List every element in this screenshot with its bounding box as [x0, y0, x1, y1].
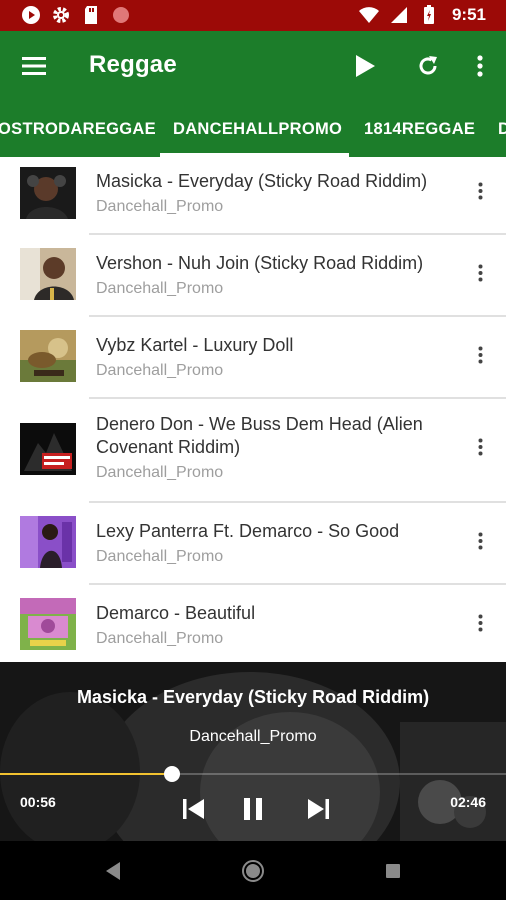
back-icon[interactable] — [101, 859, 125, 883]
seek-bar-handle[interactable] — [164, 766, 181, 782]
track-thumbnail — [20, 423, 76, 475]
battery-icon — [418, 4, 440, 26]
status-bar: 9:51 — [0, 0, 506, 31]
track-title: Demarco - Beautiful — [96, 603, 256, 623]
track-channel: Dancehall_Promo — [96, 280, 224, 297]
more-vert-icon[interactable] — [470, 611, 490, 635]
play-icon[interactable] — [350, 51, 380, 81]
system-nav-bar — [0, 841, 506, 900]
track-title: Vershon - Nuh Join (Sticky Road Riddim) — [96, 253, 424, 273]
track-thumbnail — [20, 248, 76, 300]
pause-icon[interactable] — [236, 792, 270, 826]
now-playing-panel: Masicka - Everyday (Sticky Road Riddim) … — [0, 662, 506, 841]
total-duration: 02:46 — [450, 794, 486, 810]
gear-icon — [50, 4, 72, 26]
signal-icon — [388, 4, 410, 26]
tab-ostrodareggae[interactable]: OSTRODAREGGAE — [0, 120, 156, 139]
page-title: Reggae — [89, 51, 177, 78]
tab-dancehallpromo[interactable]: DANCEHALLPROMO — [173, 120, 342, 139]
list-item[interactable]: Lexy Panterra Ft. Demarco - So Good Danc… — [0, 503, 506, 584]
skip-previous-icon[interactable] — [177, 792, 211, 826]
list-item[interactable]: Vershon - Nuh Join (Sticky Road Riddim) … — [0, 235, 506, 316]
track-title: Denero Don - We Buss Dem Head (Alien Cov… — [96, 414, 423, 457]
track-title: Lexy Panterra Ft. Demarco - So Good — [96, 521, 400, 541]
record-icon — [110, 4, 132, 26]
list-item[interactable]: Denero Don - We Buss Dem Head (Alien Cov… — [0, 399, 506, 502]
more-vert-icon[interactable] — [470, 435, 490, 459]
more-vert-icon[interactable] — [465, 51, 495, 81]
channel-tabs: OSTRODAREGGAE DANCEHALLPROMO 1814REGGAE … — [0, 101, 506, 157]
wifi-icon — [358, 4, 380, 26]
home-icon[interactable] — [241, 859, 265, 883]
play-circle-icon — [20, 4, 42, 26]
track-thumbnail — [20, 167, 76, 219]
track-thumbnail — [20, 598, 76, 650]
track-thumbnail — [20, 330, 76, 382]
track-thumbnail — [20, 516, 76, 568]
more-vert-icon[interactable] — [470, 261, 490, 285]
track-channel: Dancehall_Promo — [96, 198, 224, 215]
list-item[interactable]: Masicka - Everyday (Sticky Road Riddim) … — [0, 157, 506, 235]
refresh-icon[interactable] — [413, 51, 443, 81]
now-playing-channel: Dancehall_Promo — [189, 728, 317, 745]
elapsed-time: 00:56 — [20, 794, 56, 810]
more-vert-icon[interactable] — [470, 179, 490, 203]
app-toolbar: Reggae — [0, 31, 506, 101]
tab-1814reggae[interactable]: 1814REGGAE — [364, 120, 475, 139]
list-item[interactable]: Vybz Kartel - Luxury Doll Dancehall_Prom… — [0, 317, 506, 398]
seek-bar-progress — [0, 773, 173, 775]
tab-partial[interactable]: D — [498, 120, 506, 139]
list-item[interactable]: Demarco - Beautiful Dancehall_Promo — [0, 585, 506, 662]
track-channel: Dancehall_Promo — [96, 362, 224, 379]
more-vert-icon[interactable] — [470, 529, 490, 553]
hamburger-menu-icon[interactable] — [20, 52, 48, 80]
skip-next-icon[interactable] — [301, 792, 335, 826]
status-time: 9:51 — [451, 5, 486, 24]
track-channel: Dancehall_Promo — [96, 548, 224, 565]
track-title: Masicka - Everyday (Sticky Road Riddim) — [96, 171, 428, 191]
track-channel: Dancehall_Promo — [96, 630, 224, 647]
sd-card-icon — [80, 4, 102, 26]
track-title: Vybz Kartel - Luxury Doll — [96, 335, 294, 355]
more-vert-icon[interactable] — [470, 343, 490, 367]
track-channel: Dancehall_Promo — [96, 464, 224, 481]
recents-icon[interactable] — [381, 859, 405, 883]
now-playing-title: Masicka - Everyday (Sticky Road Riddim) — [76, 687, 430, 707]
